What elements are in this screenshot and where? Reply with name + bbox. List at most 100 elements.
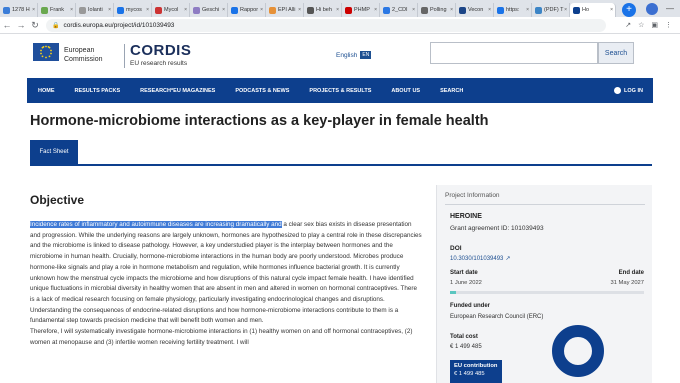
site-header: European Commission CORDIS EU research r… [0, 35, 680, 78]
nav-podcasts-news[interactable]: PODCASTS & NEWS [225, 88, 299, 94]
browser-tab[interactable]: (PDF) T × [532, 3, 570, 17]
browser-tab[interactable]: Mycol × [152, 3, 190, 17]
tab-favicon-icon [231, 6, 238, 14]
tab-label: Geschi [202, 7, 220, 13]
tab-close-icon[interactable]: × [412, 7, 415, 13]
nav-search[interactable]: SEARCH [430, 88, 473, 94]
tab-favicon-icon [535, 6, 542, 14]
tab-favicon-icon [41, 6, 48, 14]
tab-close-icon[interactable]: × [450, 7, 453, 13]
funding-donut-ring [552, 325, 604, 377]
european-commission-label: European Commission [64, 47, 103, 63]
end-date-label: End date [618, 270, 644, 276]
main-navbar: HOME RESULTS PACKS RESEARCH*EU MAGAZINES… [27, 78, 653, 103]
eu-flag-logo[interactable] [33, 43, 59, 61]
minimize-icon[interactable]: — [666, 4, 674, 13]
browser-tab[interactable]: 1278 H × [0, 3, 38, 17]
tab-label: Mycol [164, 7, 179, 13]
language-code-badge: EN [360, 51, 372, 59]
browser-tab[interactable]: Hi beh × [304, 3, 342, 17]
extensions-icon[interactable]: ▣ [651, 21, 658, 29]
total-cost-label: Total cost [450, 334, 478, 340]
tab-close-icon[interactable]: × [32, 7, 35, 13]
menu-icon[interactable]: ⋮ [665, 21, 672, 29]
search-button[interactable]: Search [598, 42, 634, 64]
tab-favicon-icon [155, 6, 162, 14]
nav-projects-results[interactable]: PROJECTS & RESULTS [299, 88, 381, 94]
objective-paragraph-1: Incidence rates of inflammatory and auto… [30, 220, 422, 327]
url-text: cordis.europa.eu/project/id/101039493 [63, 21, 175, 29]
tab-favicon-icon [421, 6, 428, 14]
url-field[interactable]: 🔒 cordis.europa.eu/project/id/101039493 [46, 18, 606, 32]
bookmark-star-icon[interactable]: ☆ [638, 21, 644, 29]
tab-close-icon[interactable]: × [488, 7, 491, 13]
new-tab-button[interactable]: + [622, 2, 636, 17]
tab-close-icon[interactable]: × [374, 7, 377, 13]
objective-text[interactable]: a clear sex bias exists in disease prese… [30, 221, 422, 324]
selected-text[interactable]: Incidence rates of inflammatory and auto… [30, 221, 282, 228]
tab-label: Polling [430, 7, 447, 13]
browser-tab[interactable]: Vecon × [456, 3, 494, 17]
search-input[interactable] [430, 42, 598, 64]
tab-label: https: [506, 7, 520, 13]
doi-link[interactable]: 10.3030/101039493 ↗ [450, 255, 510, 263]
tab-close-icon[interactable]: × [184, 7, 187, 13]
reload-icon[interactable]: ↻ [28, 20, 42, 31]
browser-tab[interactable]: Frank × [38, 3, 76, 17]
profile-avatar[interactable] [646, 2, 658, 15]
nav-home[interactable]: HOME [27, 88, 65, 94]
nav-about-us[interactable]: ABOUT US [381, 88, 430, 94]
tab-label: 2_CDI [392, 7, 408, 13]
share-icon[interactable]: ↗ [625, 21, 631, 29]
browser-tab[interactable]: Rappor × [228, 3, 266, 17]
browser-tab[interactable]: Iolanti × [76, 3, 114, 17]
cordis-title[interactable]: CORDIS [130, 42, 191, 59]
browser-tab[interactable]: mycos × [114, 3, 152, 17]
tab-favicon-icon [383, 6, 390, 14]
tab-favicon-icon [79, 6, 86, 14]
tab-close-icon[interactable]: × [146, 7, 149, 13]
grant-agreement-id: Grant agreement ID: 101039493 [450, 225, 544, 232]
browser-tab[interactable]: https: × [494, 3, 532, 17]
tab-favicon-icon [269, 6, 276, 14]
user-icon [614, 87, 622, 94]
nav-results-packs[interactable]: RESULTS PACKS [65, 88, 131, 94]
browser-tab[interactable]: PHMP × [342, 3, 380, 17]
total-cost-value: € 1 499 485 [450, 344, 482, 350]
tab-close-icon[interactable]: × [336, 7, 339, 13]
project-acronym: HEROINE [450, 213, 482, 220]
tab-fact-sheet[interactable]: Fact Sheet [30, 140, 78, 164]
toolbar-icons: ↗ ☆ ▣ ⋮ [625, 21, 680, 29]
tab-favicon-icon [117, 6, 124, 14]
funded-under-value[interactable]: European Research Council (ERC) [450, 314, 543, 320]
tab-close-icon[interactable]: × [564, 7, 567, 13]
tab-close-icon[interactable]: × [222, 7, 225, 13]
tab-favicon-icon [497, 6, 504, 14]
objective-paragraph-2[interactable]: Therefore, I will systematically investi… [30, 327, 422, 348]
tab-label: Iolanti [88, 7, 103, 13]
forward-icon[interactable]: → [14, 20, 28, 30]
language-selector[interactable]: English EN [336, 51, 372, 59]
login-label: LOG IN [624, 87, 643, 94]
tab-favicon-icon [573, 6, 580, 14]
eu-contribution-value: € 1 499 485 [454, 371, 485, 377]
tab-close-icon[interactable]: × [610, 7, 613, 13]
browser-tab[interactable]: Ho × [570, 3, 616, 17]
project-progress-bar [450, 291, 644, 294]
tab-close-icon[interactable]: × [526, 7, 529, 13]
browser-tab[interactable]: Geschi × [190, 3, 228, 17]
browser-tab[interactable]: 2_CDI × [380, 3, 418, 17]
tab-label: Rappor [240, 7, 259, 13]
project-progress-fill [450, 291, 456, 294]
lock-icon[interactable]: 🔒 [52, 22, 59, 29]
nav-research-eu-magazines[interactable]: RESEARCH*EU MAGAZINES [130, 88, 225, 94]
tab-close-icon[interactable]: × [298, 7, 301, 13]
tab-close-icon[interactable]: × [108, 7, 111, 13]
tab-close-icon[interactable]: × [70, 7, 73, 13]
browser-tab[interactable]: EPI Alli × [266, 3, 304, 17]
login-button[interactable]: LOG IN [614, 87, 653, 94]
tab-close-icon[interactable]: × [260, 7, 263, 13]
doi-label: DOI [450, 245, 462, 252]
back-icon[interactable]: ← [0, 20, 14, 30]
browser-tab[interactable]: Polling × [418, 3, 456, 17]
